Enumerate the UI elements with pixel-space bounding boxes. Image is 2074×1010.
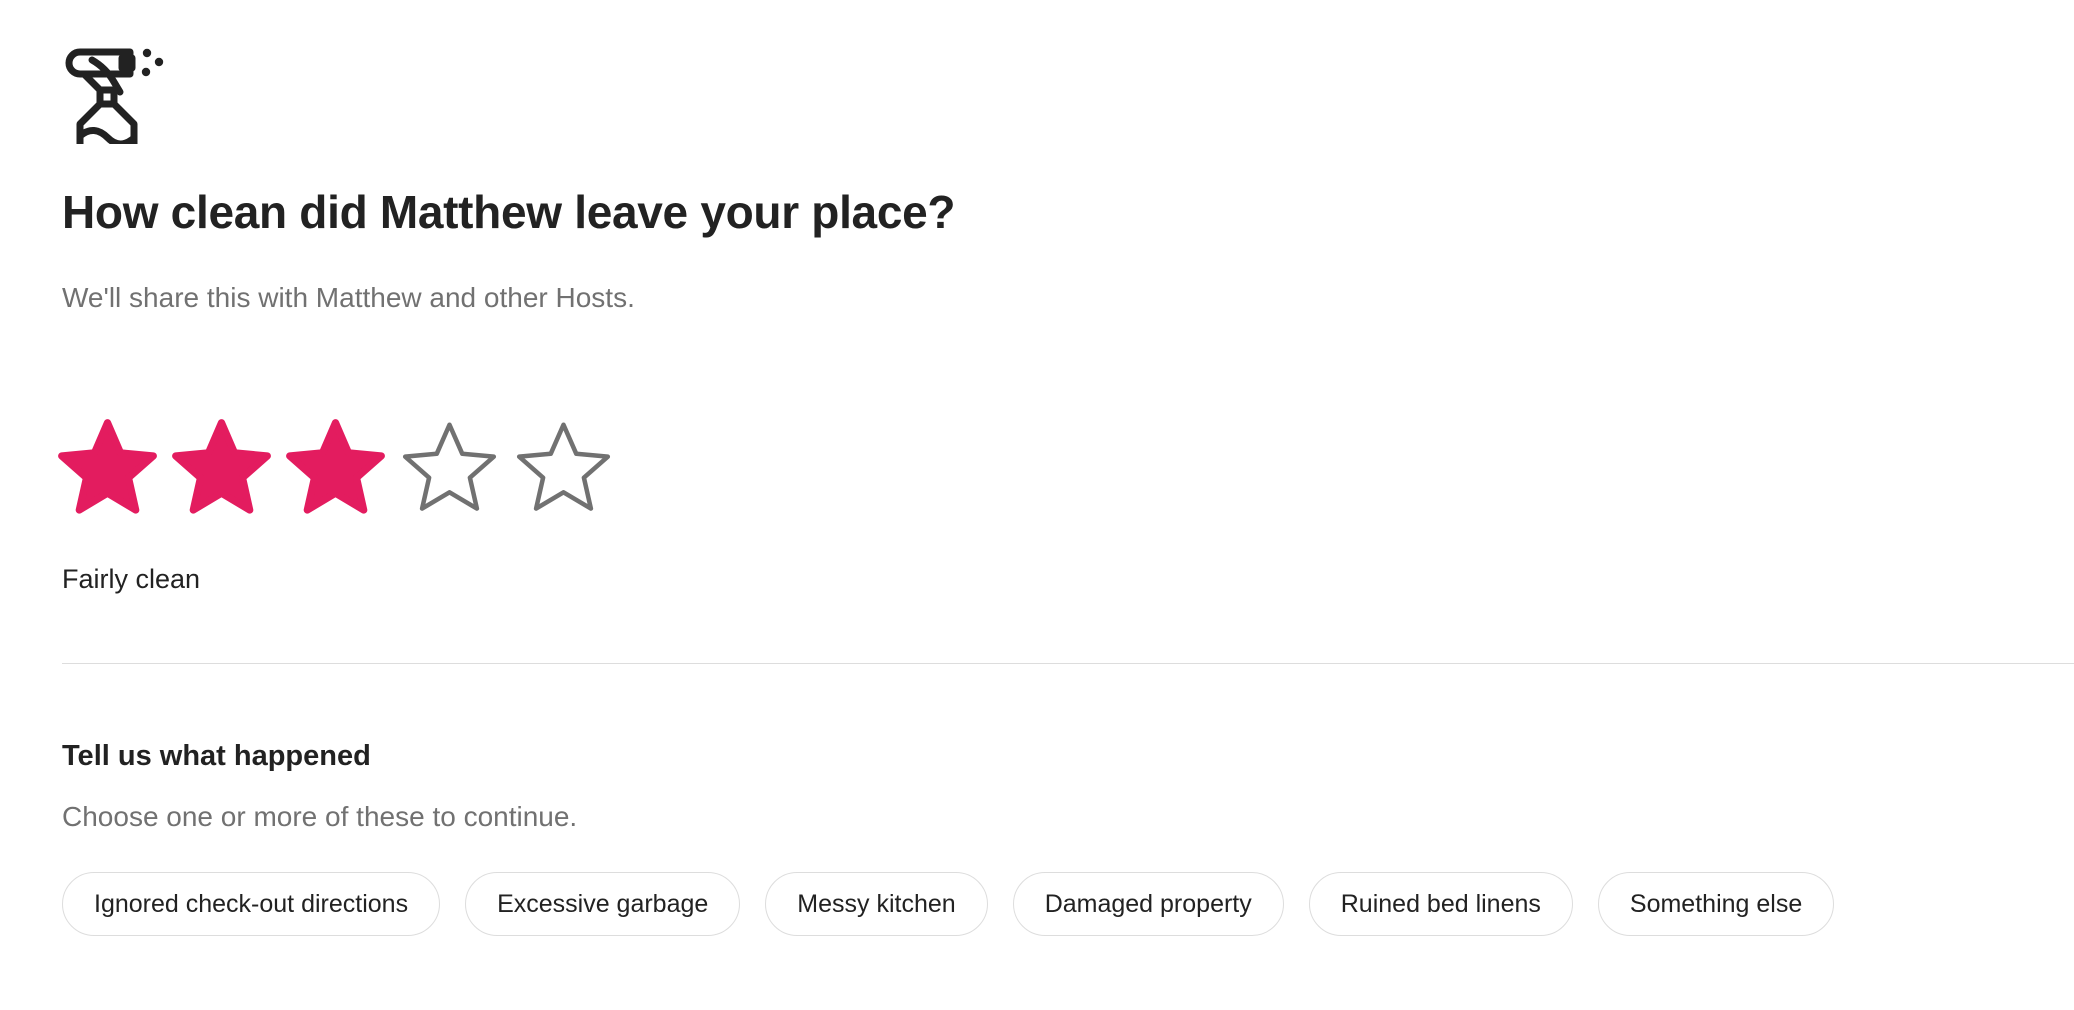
- page-title: How clean did Matthew leave your place?: [62, 185, 955, 239]
- issue-option-ruined-bed-linens[interactable]: Ruined bed linens: [1309, 872, 1573, 936]
- issue-option-messy-kitchen[interactable]: Messy kitchen: [765, 872, 987, 936]
- issue-option-ignored-check-out-directions[interactable]: Ignored check-out directions: [62, 872, 440, 936]
- rating-label: Fairly clean: [62, 562, 200, 596]
- star-5-button[interactable]: [512, 418, 615, 518]
- cleanliness-rating-page: How clean did Matthew leave your place? …: [0, 0, 2074, 1010]
- issues-section-subtitle: Choose one or more of these to continue.: [62, 799, 577, 835]
- issue-option-something-else[interactable]: Something else: [1598, 872, 1834, 936]
- issue-options-row: Ignored check-out directions Excessive g…: [62, 872, 1834, 936]
- section-divider: [62, 663, 2074, 664]
- page-subtitle: We'll share this with Matthew and other …: [62, 280, 635, 316]
- star-1-button[interactable]: [56, 418, 159, 518]
- star-2-button[interactable]: [170, 418, 273, 518]
- star-3-button[interactable]: [284, 418, 387, 518]
- issue-option-damaged-property[interactable]: Damaged property: [1013, 872, 1284, 936]
- issues-section-title: Tell us what happened: [62, 737, 371, 775]
- star-rating[interactable]: [56, 418, 615, 518]
- spray-bottle-icon: [62, 36, 172, 144]
- star-4-button[interactable]: [398, 418, 501, 518]
- issue-option-excessive-garbage[interactable]: Excessive garbage: [465, 872, 740, 936]
